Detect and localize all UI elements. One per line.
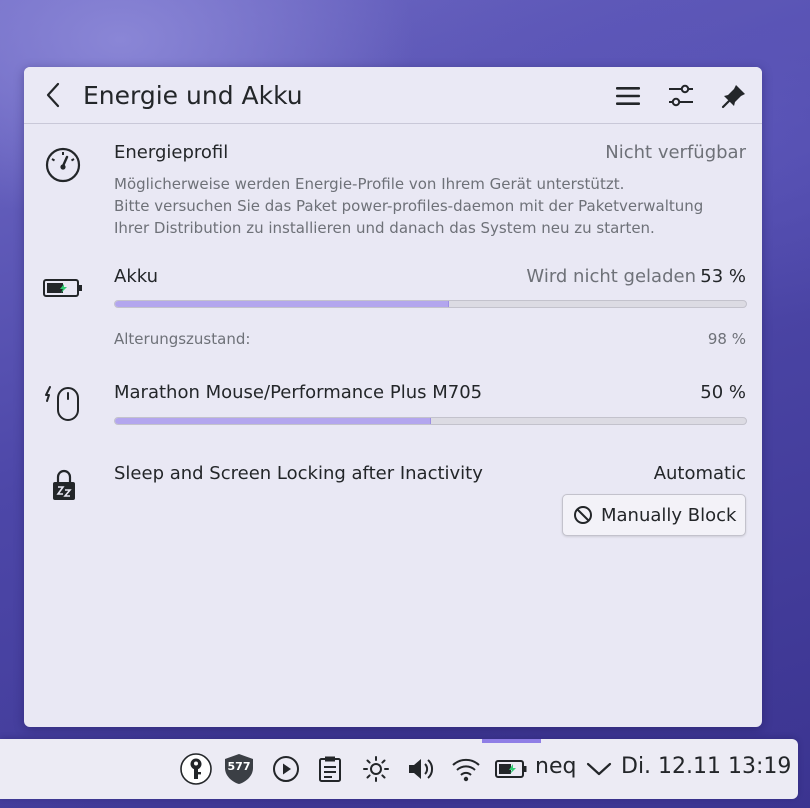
battery-health-label: Alterungszustand: [114, 330, 251, 348]
tray-clipboard[interactable] [313, 752, 347, 786]
battery-icon [43, 279, 82, 297]
mouse-label: Marathon Mouse/Performance Plus M705 [114, 382, 483, 403]
manually-block-label: Manually Block [601, 504, 737, 526]
battery-icon [495, 760, 527, 778]
mouse-percent: 50 % [700, 382, 746, 403]
sleep-status: Automatic [653, 463, 746, 484]
taskbar: 577 neq Di. 12.11 13:19 [0, 739, 798, 799]
tray-media-player[interactable] [269, 752, 303, 786]
clipboard-icon [319, 756, 341, 782]
battery-status: Wird nicht geladen [526, 266, 696, 287]
energy-profile-description-line-2: Bitte versuchen Sie das Paket power-prof… [114, 197, 704, 215]
battery-row-icon [41, 275, 85, 301]
configure-sliders-icon [669, 84, 693, 107]
popup-title: Energie und Akku [83, 81, 303, 110]
lock-sleep-icon [53, 469, 75, 500]
menu-button[interactable] [613, 81, 643, 111]
hamburger-menu-icon [616, 87, 640, 105]
back-button[interactable] [38, 79, 68, 111]
tray-brightness[interactable] [359, 752, 393, 786]
configure-button[interactable] [666, 81, 696, 111]
sleep-row-icon [46, 467, 82, 503]
mouse-progress-bar [114, 417, 747, 425]
energy-profile-icon [43, 145, 83, 185]
sleep-label: Sleep and Screen Locking after Inactivit… [114, 463, 483, 484]
chevron-left-icon [46, 82, 60, 108]
mouse-progress-fill [115, 418, 431, 424]
wireless-mouse-icon [45, 386, 79, 421]
energy-profile-status: Nicht verfügbar [605, 142, 746, 163]
keepassxc-icon [180, 753, 212, 785]
energy-battery-popup: Energie und Akku Energieprofil Nicht ver… [24, 67, 762, 727]
energy-profile-description-line-3: Ihrer Distribution zu installieren und d… [114, 219, 655, 237]
tray-keepassxc[interactable] [179, 752, 213, 786]
speedometer-icon [45, 147, 81, 183]
user-name[interactable]: neq [535, 754, 576, 779]
block-icon [574, 506, 592, 524]
energy-profile-label: Energieprofil [114, 142, 229, 163]
chevron-down-icon [586, 762, 612, 776]
volume-icon [409, 759, 434, 779]
tray-volume[interactable] [404, 752, 438, 786]
battery-health-value: 98 % [707, 330, 746, 348]
clock[interactable]: Di. 12.11 13:19 [621, 754, 791, 779]
tray-wifi[interactable] [449, 752, 483, 786]
tray-expander[interactable] [582, 752, 616, 786]
battery-progress-bar [114, 300, 747, 308]
wifi-icon [452, 758, 480, 782]
manually-block-button[interactable]: Manually Block [562, 494, 746, 536]
mouse-row-icon [43, 382, 85, 424]
tray-updates[interactable]: 577 [222, 752, 256, 786]
updates-badge-count: 577 [227, 760, 251, 773]
active-tray-indicator [482, 739, 541, 743]
media-play-icon [273, 756, 299, 782]
brightness-icon [363, 756, 389, 782]
energy-profile-description-line-1: Möglicherweise werden Energie-Profile vo… [114, 175, 625, 193]
battery-label: Akku [114, 266, 159, 287]
pin-button[interactable] [719, 81, 749, 111]
tray-battery[interactable] [494, 752, 528, 786]
popup-header: Energie und Akku [24, 67, 762, 124]
pin-icon [721, 85, 745, 109]
battery-progress-fill [115, 301, 450, 307]
battery-percent: 53 % [700, 266, 746, 287]
